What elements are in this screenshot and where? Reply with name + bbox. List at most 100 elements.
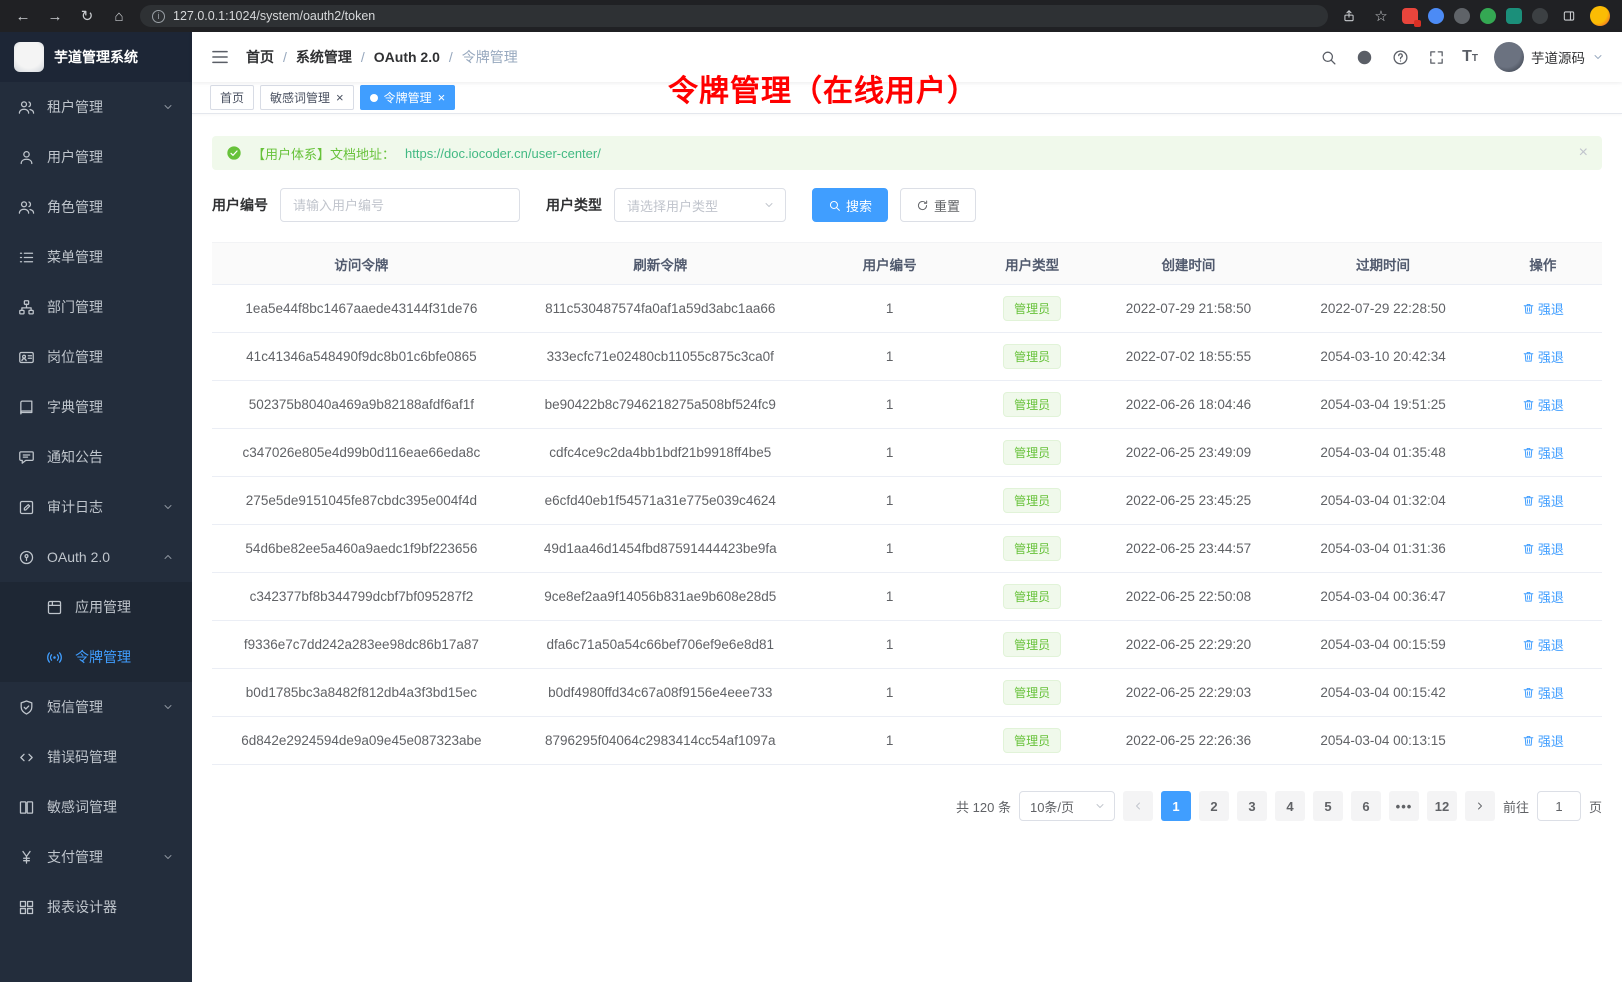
breadcrumb-item[interactable]: 系统管理: [296, 47, 352, 67]
page-button-4[interactable]: 4: [1275, 791, 1305, 821]
extension-icon[interactable]: [1428, 8, 1444, 24]
table-row: 1ea5e44f8bc1467aaede43144f31de76811c5304…: [212, 285, 1602, 333]
next-page-button[interactable]: [1465, 791, 1495, 821]
sidebar-item-notice[interactable]: 通知公告: [0, 432, 192, 482]
search-button[interactable]: 搜索: [812, 188, 888, 222]
dept-icon: [18, 299, 35, 316]
extension-icon[interactable]: [1506, 8, 1522, 24]
help-icon[interactable]: [1390, 47, 1410, 67]
fullscreen-icon[interactable]: [1426, 47, 1446, 67]
created-at-cell: 2022-06-25 22:29:03: [1095, 669, 1283, 717]
extension-icon[interactable]: [1480, 8, 1496, 24]
font-size-icon[interactable]: TT: [1462, 49, 1478, 65]
app-title: 芋道管理系统: [54, 47, 138, 67]
force-logout-button[interactable]: 强退: [1522, 683, 1564, 702]
sidebar-item-user[interactable]: 用户管理: [0, 132, 192, 182]
force-logout-button[interactable]: 强退: [1522, 587, 1564, 606]
sidebar-item-report-designer[interactable]: 报表设计器: [0, 882, 192, 932]
reset-button[interactable]: 重置: [900, 188, 976, 222]
extension-icon[interactable]: [1454, 8, 1470, 24]
back-icon[interactable]: ←: [12, 5, 34, 27]
user-menu[interactable]: 芋道源码: [1494, 42, 1604, 72]
app-logo[interactable]: 芋道管理系统: [0, 32, 192, 82]
breadcrumb-item[interactable]: OAuth 2.0: [374, 49, 440, 65]
sidebar-item-label: 字典管理: [47, 397, 174, 417]
alert-text: 【用户体系】文档地址：: [252, 144, 395, 163]
sidebar-item-post[interactable]: 岗位管理: [0, 332, 192, 382]
page-ellipsis[interactable]: •••: [1389, 791, 1419, 821]
goto-page-input[interactable]: [1537, 791, 1581, 821]
user-avatar: [1494, 42, 1524, 72]
force-logout-button[interactable]: 强退: [1522, 539, 1564, 558]
url-bar[interactable]: i 127.0.0.1:1024/system/oauth2/token: [140, 5, 1328, 27]
refresh-token-cell: dfa6c71a50a54c66bef706ef9e6e8d81: [511, 621, 810, 669]
page-button-12[interactable]: 12: [1427, 791, 1457, 821]
extension-icon[interactable]: [1402, 8, 1418, 24]
page-button-2[interactable]: 2: [1199, 791, 1229, 821]
sidebar-item-role[interactable]: 角色管理: [0, 182, 192, 232]
force-logout-button[interactable]: 强退: [1522, 491, 1564, 510]
user-id-cell: 1: [810, 429, 970, 477]
page-button-5[interactable]: 5: [1313, 791, 1343, 821]
github-icon[interactable]: [1354, 47, 1374, 67]
sidebar-item-error-code[interactable]: 错误码管理: [0, 732, 192, 782]
prev-page-button[interactable]: [1123, 791, 1153, 821]
user-id-input[interactable]: [280, 188, 520, 222]
tab-home[interactable]: 首页: [210, 85, 254, 110]
header-actions: TT 芋道源码: [1318, 42, 1604, 72]
force-logout-button[interactable]: 强退: [1522, 347, 1564, 366]
home-icon[interactable]: ⌂: [108, 5, 130, 27]
force-logout-button[interactable]: 强退: [1522, 443, 1564, 462]
close-icon[interactable]: ×: [1579, 145, 1588, 161]
sidebar-item-oauth2-token[interactable]: 令牌管理: [0, 632, 192, 682]
refresh-icon[interactable]: ↻: [76, 5, 98, 27]
column-header: 用户编号: [810, 243, 970, 285]
sidebar-item-tenant[interactable]: 租户管理: [0, 82, 192, 132]
sidebar-item-oauth2-app[interactable]: 应用管理: [0, 582, 192, 632]
role-icon: [18, 199, 35, 216]
sidebar-item-sensitive-word[interactable]: 敏感词管理: [0, 782, 192, 832]
table-row: c347026e805e4d99b0d116eae66eda8ccdfc4ce9…: [212, 429, 1602, 477]
force-logout-button[interactable]: 强退: [1522, 731, 1564, 750]
hamburger-icon[interactable]: [210, 47, 230, 67]
breadcrumb-item[interactable]: 首页: [246, 47, 274, 67]
oauth2-app-icon: [46, 599, 63, 616]
search-icon[interactable]: [1318, 47, 1338, 67]
side-panel-icon[interactable]: [1558, 5, 1580, 27]
alert-link[interactable]: https://doc.iocoder.cn/user-center/: [405, 146, 601, 161]
sidebar-item-oauth2[interactable]: OAuth 2.0: [0, 532, 192, 582]
check-circle-icon: [226, 145, 242, 161]
browser-profile-avatar[interactable]: [1590, 6, 1610, 26]
close-icon[interactable]: ×: [438, 91, 446, 104]
share-icon[interactable]: [1338, 5, 1360, 27]
page-size-select[interactable]: 10条/页: [1019, 791, 1115, 821]
sensitive-word-icon: [18, 799, 35, 816]
user-type-tag: 管理员: [1003, 440, 1061, 465]
refresh-token-cell: 9ce8ef2aa9f14056b831ae9b608e28d5: [511, 573, 810, 621]
force-logout-button[interactable]: 强退: [1522, 635, 1564, 654]
force-logout-button[interactable]: 强退: [1522, 299, 1564, 318]
page-button-6[interactable]: 6: [1351, 791, 1381, 821]
user-type-select[interactable]: 请选择用户类型: [614, 188, 786, 222]
sidebar-item-label: 报表设计器: [47, 897, 174, 917]
active-dot-icon: [370, 94, 378, 102]
sidebar-item-dict[interactable]: 字典管理: [0, 382, 192, 432]
bookmark-star-icon[interactable]: ☆: [1370, 5, 1392, 27]
sidebar-item-pay[interactable]: 支付管理: [0, 832, 192, 882]
force-logout-button[interactable]: 强退: [1522, 395, 1564, 414]
forward-icon[interactable]: →: [44, 5, 66, 27]
refresh-token-cell: 333ecfc71e02480cb11055c875c3ca0f: [511, 333, 810, 381]
column-header: 创建时间: [1095, 243, 1283, 285]
extension-icon[interactable]: [1532, 8, 1548, 24]
tab-oauth2-token[interactable]: 令牌管理×: [360, 85, 456, 110]
sidebar-item-dept[interactable]: 部门管理: [0, 282, 192, 332]
sidebar-item-audit-log[interactable]: 审计日志: [0, 482, 192, 532]
info-icon[interactable]: i: [152, 10, 165, 23]
close-icon[interactable]: ×: [336, 91, 344, 104]
sidebar-item-sms[interactable]: 短信管理: [0, 682, 192, 732]
tab-sensitive-word[interactable]: 敏感词管理×: [260, 85, 354, 110]
sidebar-item-menu[interactable]: 菜单管理: [0, 232, 192, 282]
page-button-1[interactable]: 1: [1161, 791, 1191, 821]
access-token-cell: 502375b8040a469a9b82188afdf6af1f: [212, 381, 511, 429]
page-button-3[interactable]: 3: [1237, 791, 1267, 821]
